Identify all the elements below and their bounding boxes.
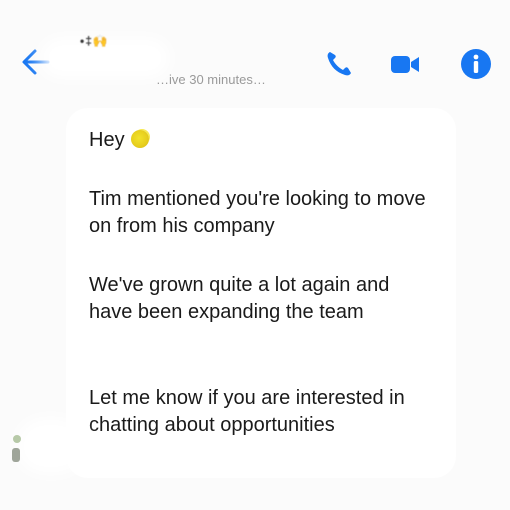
- message-paragraph: We've grown quite a lot again and have b…: [89, 274, 390, 323]
- message-paragraph: Let me know if you are interested in cha…: [89, 387, 405, 436]
- message-line-greeting: Hey: [89, 127, 429, 154]
- chat-screen: •‡🙌 …ive 30 minutes… Hey Tim mentioned y…: [0, 0, 510, 510]
- message-paragraph: Tim mentioned you're looking to move on …: [89, 188, 426, 237]
- info-icon[interactable]: [460, 48, 492, 80]
- chat-header: •‡🙌 …ive 30 minutes…: [0, 0, 510, 100]
- active-status: …ive 30 minutes…: [156, 72, 266, 87]
- greeting-text: Hey: [89, 129, 125, 151]
- contact-name[interactable]: •‡🙌: [80, 34, 109, 48]
- phone-icon[interactable]: [323, 48, 355, 80]
- sender-avatar[interactable]: [6, 430, 28, 466]
- waving-hand-emoji: [130, 130, 149, 148]
- video-camera-icon[interactable]: [389, 48, 421, 80]
